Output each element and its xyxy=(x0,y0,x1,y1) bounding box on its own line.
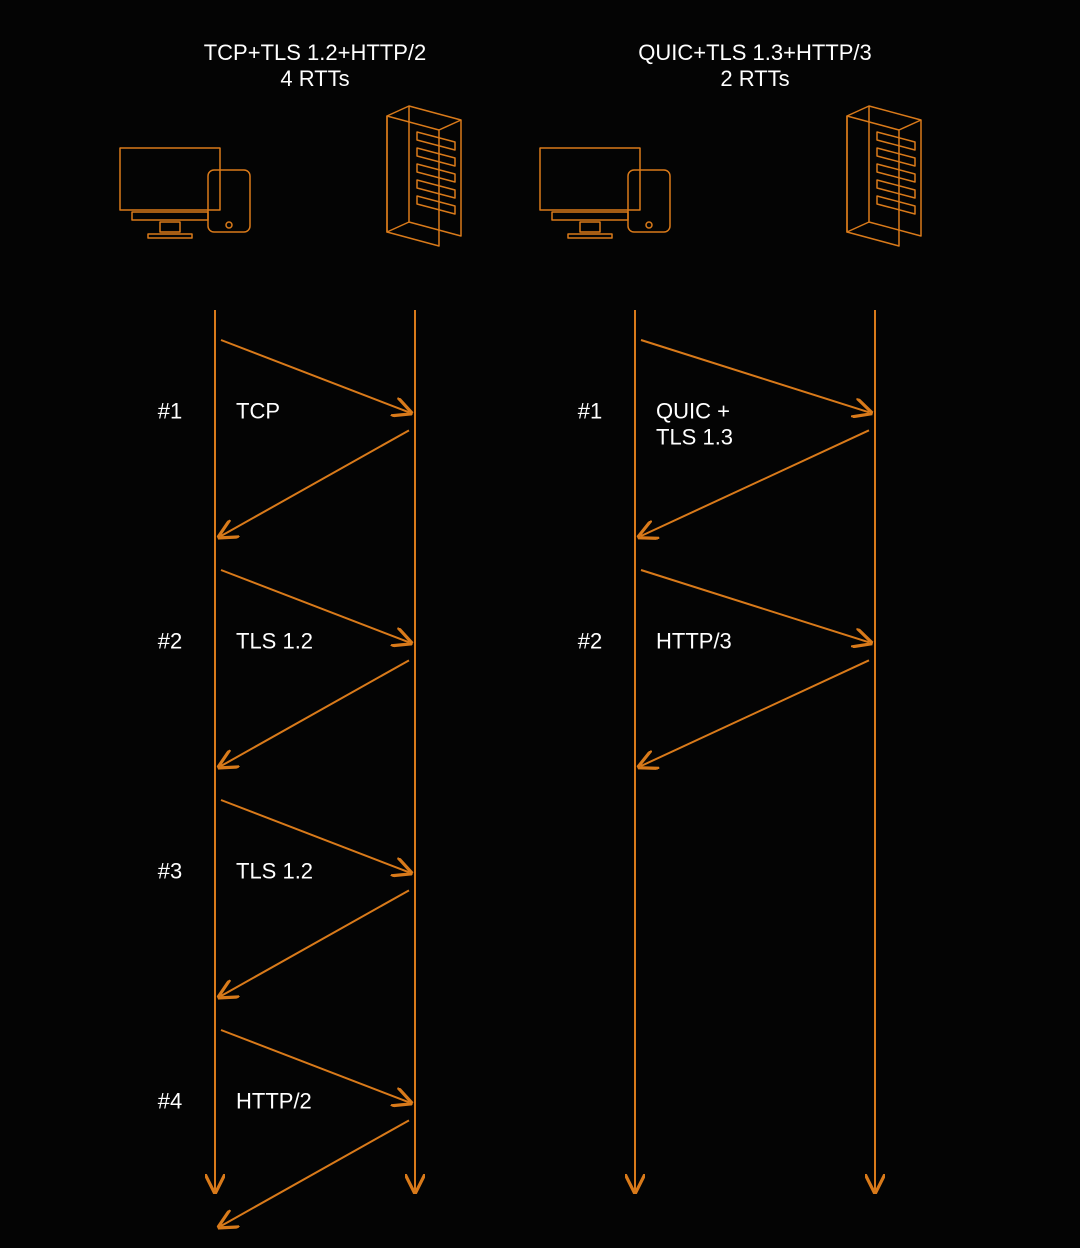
client-devices-icon xyxy=(120,148,250,238)
right-rtt-0-index: #1 xyxy=(578,398,602,423)
client-devices-icon xyxy=(540,148,670,238)
right-rtt-1-label: HTTP/3 xyxy=(656,628,732,653)
server-rack-icon xyxy=(387,106,461,246)
left-header-line2: 4 RTTs xyxy=(280,66,349,91)
left-header-line1: TCP+TLS 1.2+HTTP/2 xyxy=(204,40,427,65)
right-rtt-0-label: QUIC +TLS 1.3 xyxy=(656,398,733,449)
left-rtt-1-response-arrow xyxy=(221,660,409,766)
left-rtt-1-label: TLS 1.2 xyxy=(236,628,313,653)
left-rtt-0-response-arrow xyxy=(221,430,409,536)
right-rtt-1-index: #2 xyxy=(578,628,602,653)
left-rtt-3-response-arrow xyxy=(221,1120,409,1226)
right-header-line2: 2 RTTs xyxy=(720,66,789,91)
left-rtt-2-response-arrow xyxy=(221,890,409,996)
left-rtt-1-index: #2 xyxy=(158,628,182,653)
left-rtt-0-index: #1 xyxy=(158,398,182,423)
left-rtt-3-index: #4 xyxy=(158,1088,182,1113)
left-rtt-0-label: TCP xyxy=(236,398,280,423)
server-rack-icon xyxy=(847,106,921,246)
left-rtt-2-label: TLS 1.2 xyxy=(236,858,313,883)
left-rtt-3-label: HTTP/2 xyxy=(236,1088,312,1113)
right-rtt-1-response-arrow xyxy=(641,660,869,766)
left-rtt-2-index: #3 xyxy=(158,858,182,883)
right-header-line1: QUIC+TLS 1.3+HTTP/3 xyxy=(638,40,872,65)
